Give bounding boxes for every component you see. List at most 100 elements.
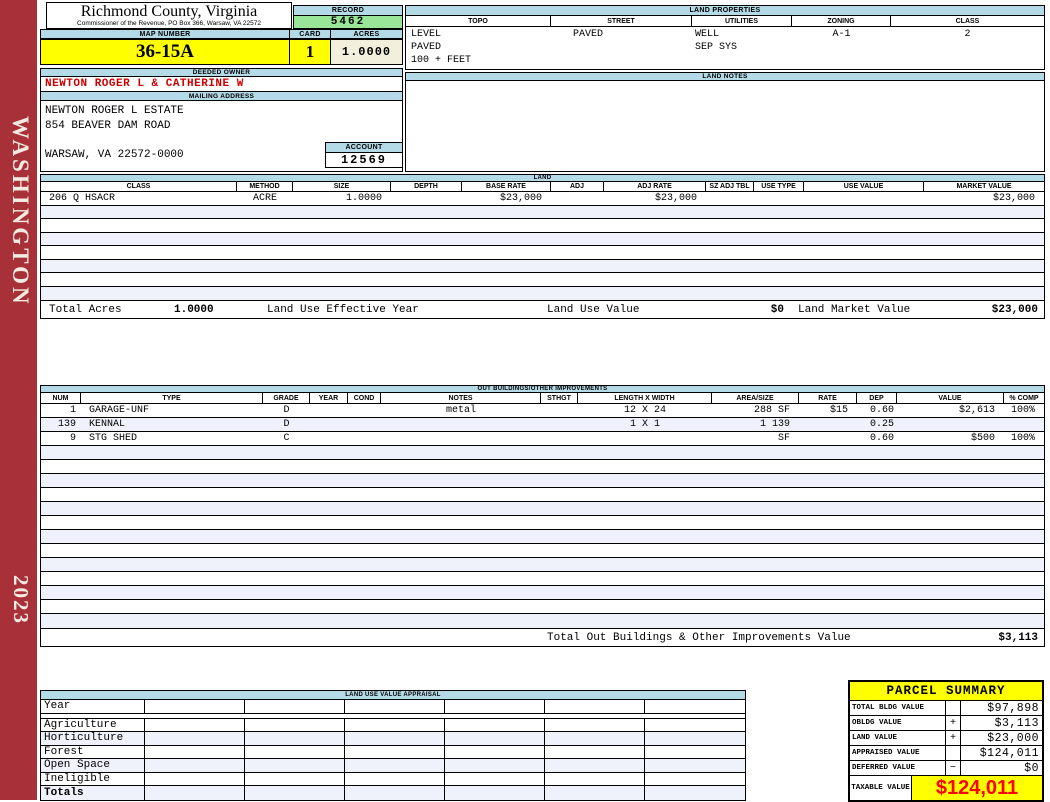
cell: [310, 418, 348, 431]
parcel-summary-row: LAND VALUE + $23,000: [850, 731, 1042, 746]
land-properties-column-headers: TOPO STREET UTILITIES ZONING CLASS: [406, 16, 1044, 27]
cell: C: [283, 433, 290, 444]
record-header: RECORD: [293, 5, 403, 16]
column-header: CLASS: [41, 182, 237, 191]
appraisal-cell: [545, 759, 645, 772]
land-properties-value-column: A-1: [792, 27, 891, 67]
appraisal-cell: [545, 732, 645, 745]
appraisal-cell: [245, 772, 345, 785]
county-name: Richmond County, Virginia: [80, 3, 258, 20]
land-properties-column-header: TOPO: [406, 16, 551, 27]
appraisal-row-label: Forest: [41, 745, 145, 758]
parcel-summary-label: DEFERRED VALUE: [850, 761, 946, 775]
parcel-summary-section: PARCEL SUMMARY TOTAL BLDG VALUE $97,898 OB…: [848, 680, 1044, 802]
land-properties-values: LEVEL PAVED 100 + FEET PAVED WELL SEP SYS A-1 2: [406, 27, 1044, 67]
land-properties-value: 2: [964, 29, 971, 40]
appraisal-cell: [345, 772, 445, 785]
appraisal-cell: [145, 745, 245, 758]
cell: 1 X 1: [629, 419, 660, 430]
land-table-title: LAND: [40, 174, 1045, 182]
land-properties-value: LEVEL: [411, 29, 442, 40]
cell: $15: [829, 405, 848, 416]
table-row: [41, 286, 1044, 300]
land-use-value: $0: [770, 304, 784, 316]
cell: 100%: [1010, 405, 1035, 416]
county-subtitle: Commissioner of the Revenue, PO Box 366,…: [77, 20, 261, 27]
column-header: ADJ: [551, 182, 604, 191]
mailing-address-header: MAILING ADDRESS: [40, 92, 403, 101]
card-value: 1: [290, 39, 331, 65]
appraisal-cell: [145, 732, 245, 745]
cell: [804, 192, 924, 205]
appraisal-row-label: Horticulture: [41, 732, 145, 745]
column-header: USE TYPE: [754, 182, 804, 191]
address-line: NEWTON ROGER L ESTATE: [45, 105, 184, 117]
appraisal-cell: [445, 786, 545, 800]
record-value: 5462: [293, 16, 403, 29]
land-properties-value: 100 + FEET: [411, 55, 472, 66]
acres-value: 1.0000: [331, 39, 403, 65]
cell: [310, 432, 348, 445]
table-row: [41, 516, 1044, 530]
column-header: COND: [348, 393, 381, 403]
cell: [1004, 418, 1044, 431]
table-row: [41, 273, 1044, 287]
appraisal-cell: [645, 732, 745, 745]
cell: [348, 418, 381, 431]
land-properties-column-header: CLASS: [891, 16, 1044, 27]
county-title-block: Richmond County, Virginia Commissioner o…: [46, 2, 292, 29]
column-header: NOTES: [381, 393, 541, 403]
appraisal-cell: [645, 786, 745, 800]
appraisal-cell: [445, 759, 545, 772]
appraisal-cell: [145, 786, 245, 800]
column-header: USE VALUE: [804, 182, 924, 191]
map-number-header: MAP NUMBER: [40, 29, 290, 39]
sidebar-year-label: 2023: [9, 575, 33, 625]
cell: [541, 432, 578, 445]
table-row: [41, 502, 1044, 516]
land-notes-box: [405, 81, 1045, 172]
parcel-summary-value: $0: [1024, 761, 1039, 775]
land-properties-value: A-1: [832, 29, 851, 40]
appraisal-cell: [445, 732, 545, 745]
column-header: SIZE: [293, 182, 391, 191]
land-use-value-label: Land Use Value: [547, 304, 640, 316]
account-header: ACCOUNT: [325, 142, 403, 153]
cell: [391, 192, 462, 205]
table-row: [41, 232, 1044, 246]
appraisal-cell: [545, 700, 645, 713]
table-row: 139 KENNAL D 1 X 1 1 139 0.25: [41, 418, 1044, 432]
out-buildings-total-value: $3,113: [998, 632, 1038, 644]
map-number-value: 36-15A: [40, 39, 290, 65]
cell: 0.60: [870, 405, 895, 416]
cell: [799, 432, 857, 445]
parcel-summary-value: $3,113: [994, 716, 1039, 730]
column-header: % COMP: [1009, 394, 1039, 402]
cell: [348, 432, 381, 445]
column-header: VALUE: [897, 393, 1004, 403]
land-notes-header: LAND NOTES: [405, 72, 1045, 81]
cell: 100%: [1010, 433, 1035, 444]
parcel-summary-operator: [946, 701, 961, 715]
cell: 9: [69, 433, 76, 444]
appraisal-row: Year: [41, 700, 745, 714]
appraisal-cell: [445, 718, 545, 731]
column-header: NUM: [41, 393, 81, 403]
parcel-summary-title: PARCEL SUMMARY: [850, 682, 1042, 701]
land-market-value-label: Land Market Value: [798, 304, 911, 316]
cell: [799, 418, 857, 431]
deeded-owner-value: NEWTON ROGER L & CATHERINE W: [40, 77, 403, 92]
land-properties-value: PAVED: [573, 29, 604, 40]
parcel-summary-row: TOTAL BLDG VALUE $97,898: [850, 701, 1042, 716]
appraisal-row: Horticulture: [41, 732, 745, 746]
appraisal-cell: [645, 746, 745, 759]
out-buildings-title: OUT BUILDINGS/OTHER IMPROVEMENTS: [40, 385, 1045, 393]
column-header: MARKET VALUE: [956, 183, 1012, 190]
acres-header: ACRES: [331, 29, 403, 39]
appraisal-cell: [445, 772, 545, 785]
cell: $23,000: [992, 192, 1035, 204]
appraisal-row-label: Ineligible: [41, 772, 145, 785]
appraisal-cell: [145, 759, 245, 772]
column-header: YEAR: [310, 393, 348, 403]
cell: 1.0000: [345, 192, 382, 204]
